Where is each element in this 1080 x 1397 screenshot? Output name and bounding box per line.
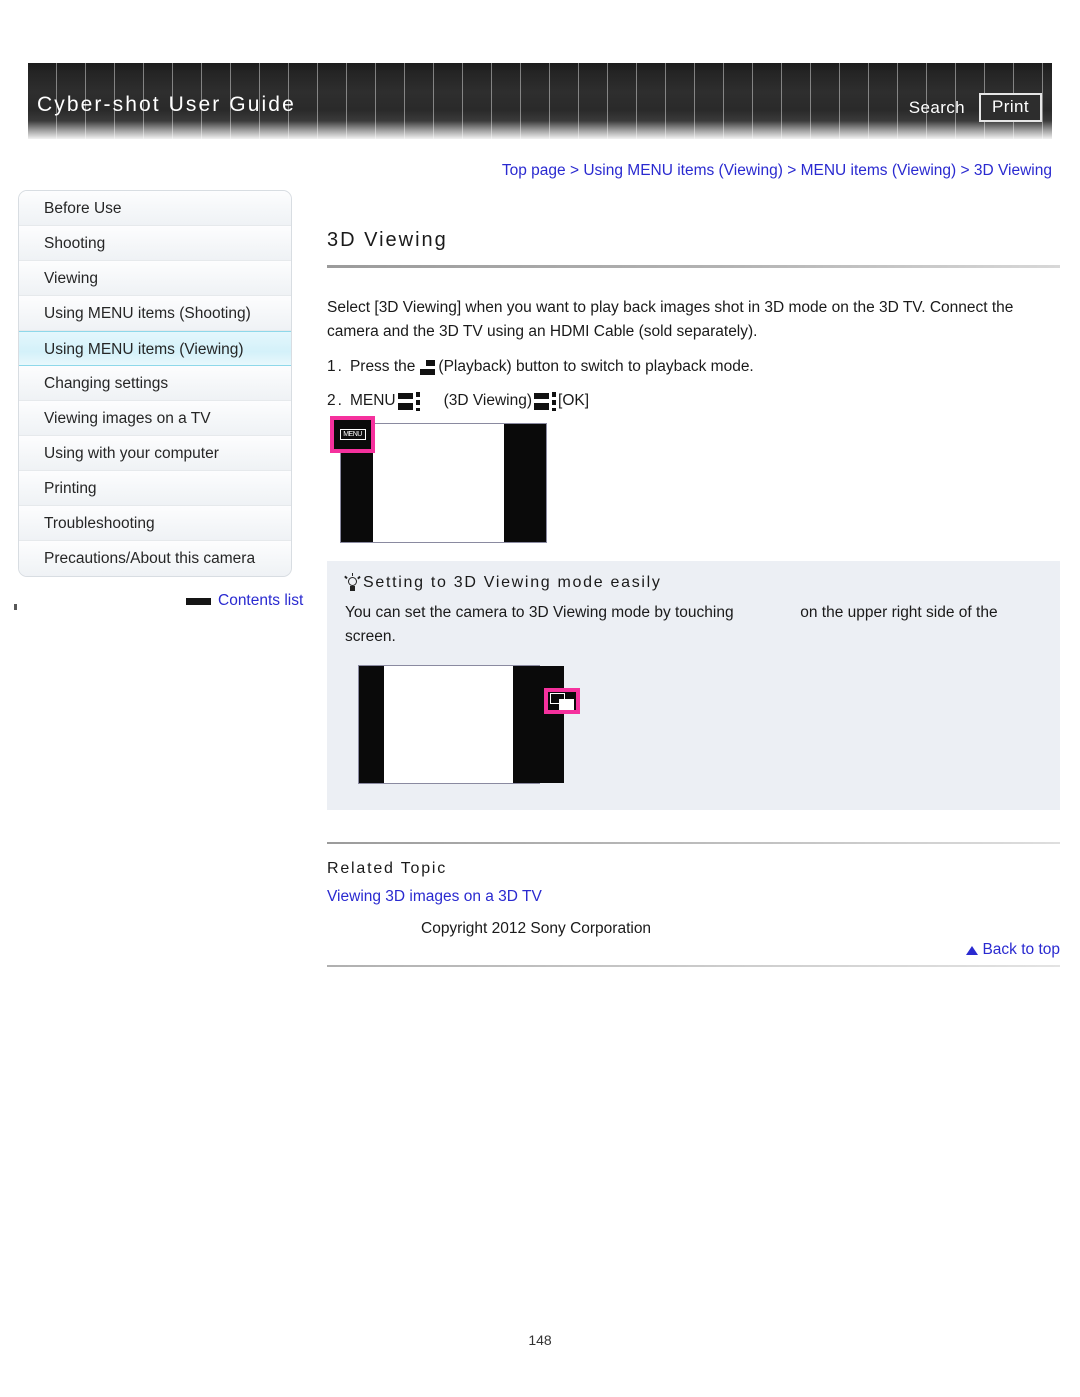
bullet-tick-icon — [14, 604, 17, 610]
sidebar-item-label: Before Use — [44, 200, 122, 217]
screen-black-bar-right — [513, 666, 564, 783]
step-text-after: [OK] — [558, 392, 590, 409]
sidebar-item-label: Precautions/About this camera — [44, 550, 256, 567]
sidebar-item-precautions-about-this-camera[interactable]: Precautions/About this camera — [19, 541, 291, 576]
title-divider — [327, 265, 1060, 268]
main-content: 3D Viewing Select [3D Viewing] when you … — [327, 190, 1060, 967]
figure-camera-screen-3d — [345, 665, 1042, 784]
sidebar-item-viewing-images-on-a-tv[interactable]: Viewing images on a TV — [19, 401, 291, 436]
sidebar-item-changing-settings[interactable]: Changing settings — [19, 366, 291, 401]
sidebar-nav: Before Use Shooting Viewing Using MENU i… — [18, 190, 292, 577]
page-number: 148 — [528, 1332, 552, 1348]
breadcrumb-item-menu-items-viewing[interactable]: MENU items (Viewing) — [801, 162, 957, 179]
site-header-banner: Cyber-shot User Guide Search Print — [28, 63, 1052, 139]
menu-icon: MENU — [339, 429, 366, 440]
header-actions: Search Print — [909, 93, 1042, 122]
tip-text-before: You can set the camera to 3D Viewing mod… — [345, 604, 734, 621]
related-divider — [327, 842, 1060, 844]
tip-body: You can set the camera to 3D Viewing mod… — [345, 601, 1042, 649]
sidebar-item-label: Changing settings — [44, 375, 169, 392]
sidebar-item-label: Viewing — [44, 270, 99, 287]
breadcrumb-item-top-page[interactable]: Top page — [502, 162, 566, 179]
back-to-top-link[interactable]: Back to top — [327, 941, 1060, 959]
footer-divider — [327, 965, 1060, 967]
procedure-steps: 1. Press the (Playback) button to switch… — [327, 355, 1060, 413]
arrow-icon — [534, 391, 557, 411]
bar-marker-icon — [186, 597, 211, 605]
sidebar-item-label: Printing — [44, 480, 97, 497]
sidebar-item-label: Shooting — [44, 235, 106, 252]
step-text-before: MENU — [349, 392, 396, 409]
playback-icon — [420, 359, 436, 375]
tip-heading: Setting to 3D Viewing mode easily — [344, 573, 1042, 592]
screen-black-bar-left — [359, 666, 384, 783]
tip-section: Setting to 3D Viewing mode easily You ca… — [327, 561, 1060, 810]
step-text-middle: (3D Viewing) — [443, 392, 533, 409]
screen-black-bar-right — [504, 424, 546, 542]
back-to-top-label: Back to top — [982, 941, 1060, 958]
lightbulb-icon — [344, 573, 361, 592]
intro-paragraph: Select [3D Viewing] when you want to pla… — [327, 299, 1014, 340]
related-topic-heading: Related Topic — [327, 860, 448, 877]
sidebar-item-viewing[interactable]: Viewing — [19, 261, 291, 296]
sidebar-item-before-use[interactable]: Before Use — [19, 191, 291, 226]
sidebar-item-label: Using with your computer — [44, 445, 219, 462]
contents-list-link[interactable]: Contents list — [186, 592, 303, 610]
site-title: Cyber-shot User Guide — [37, 93, 296, 116]
copyright-text: Copyright 2012 Sony Corporation — [421, 920, 652, 937]
search-link[interactable]: Search — [909, 98, 965, 118]
camera-screen-frame — [358, 665, 580, 784]
sidebar-item-printing[interactable]: Printing — [19, 471, 291, 506]
menu-button-highlight[interactable]: MENU — [330, 416, 375, 453]
breadcrumb: Top page > Using MENU items (Viewing) > … — [502, 162, 1052, 180]
figure-camera-screen-menu: MENU — [327, 416, 1060, 543]
print-button[interactable]: Print — [979, 93, 1042, 122]
step-text-before: Press the — [349, 358, 416, 375]
three-d-icon — [550, 692, 574, 710]
breadcrumb-item-3d-viewing[interactable]: 3D Viewing — [974, 162, 1052, 179]
arrow-icon — [397, 391, 420, 411]
related-topic-link[interactable]: Viewing 3D images on a 3D TV — [327, 888, 1060, 906]
step-2: 2. MENU (3D Viewing) [OK] — [327, 389, 1060, 413]
sidebar-item-troubleshooting[interactable]: Troubleshooting — [19, 506, 291, 541]
step-text-after: (Playback) button to switch to playback … — [438, 358, 754, 375]
step-number: 2. — [327, 392, 344, 409]
breadcrumb-separator: > — [787, 162, 797, 179]
breadcrumb-item-using-menu-items-viewing[interactable]: Using MENU items (Viewing) — [583, 162, 783, 179]
step-number: 1. — [327, 358, 344, 375]
sidebar-item-using-menu-items-shooting[interactable]: Using MENU items (Shooting) — [19, 296, 291, 331]
page-title: 3D Viewing — [327, 229, 448, 251]
contents-list-label: Contents list — [218, 592, 304, 609]
sidebar-item-label: Using MENU items (Shooting) — [44, 305, 251, 322]
sidebar-item-using-with-your-computer[interactable]: Using with your computer — [19, 436, 291, 471]
sidebar-item-shooting[interactable]: Shooting — [19, 226, 291, 261]
breadcrumb-separator: > — [960, 162, 970, 179]
sidebar-item-using-menu-items-viewing[interactable]: Using MENU items (Viewing) — [19, 331, 291, 366]
triangle-up-icon — [966, 946, 979, 955]
sidebar-item-label: Troubleshooting — [44, 515, 155, 532]
camera-screen-frame: MENU — [330, 416, 547, 543]
breadcrumb-separator: > — [569, 162, 580, 179]
sidebar-item-label: Viewing images on a TV — [44, 410, 211, 427]
step-1: 1. Press the (Playback) button to switch… — [327, 355, 1060, 379]
sidebar-item-label: Using MENU items (Viewing) — [44, 341, 244, 358]
three-d-button-highlight[interactable] — [544, 688, 580, 714]
tip-heading-label: Setting to 3D Viewing mode easily — [363, 574, 662, 591]
